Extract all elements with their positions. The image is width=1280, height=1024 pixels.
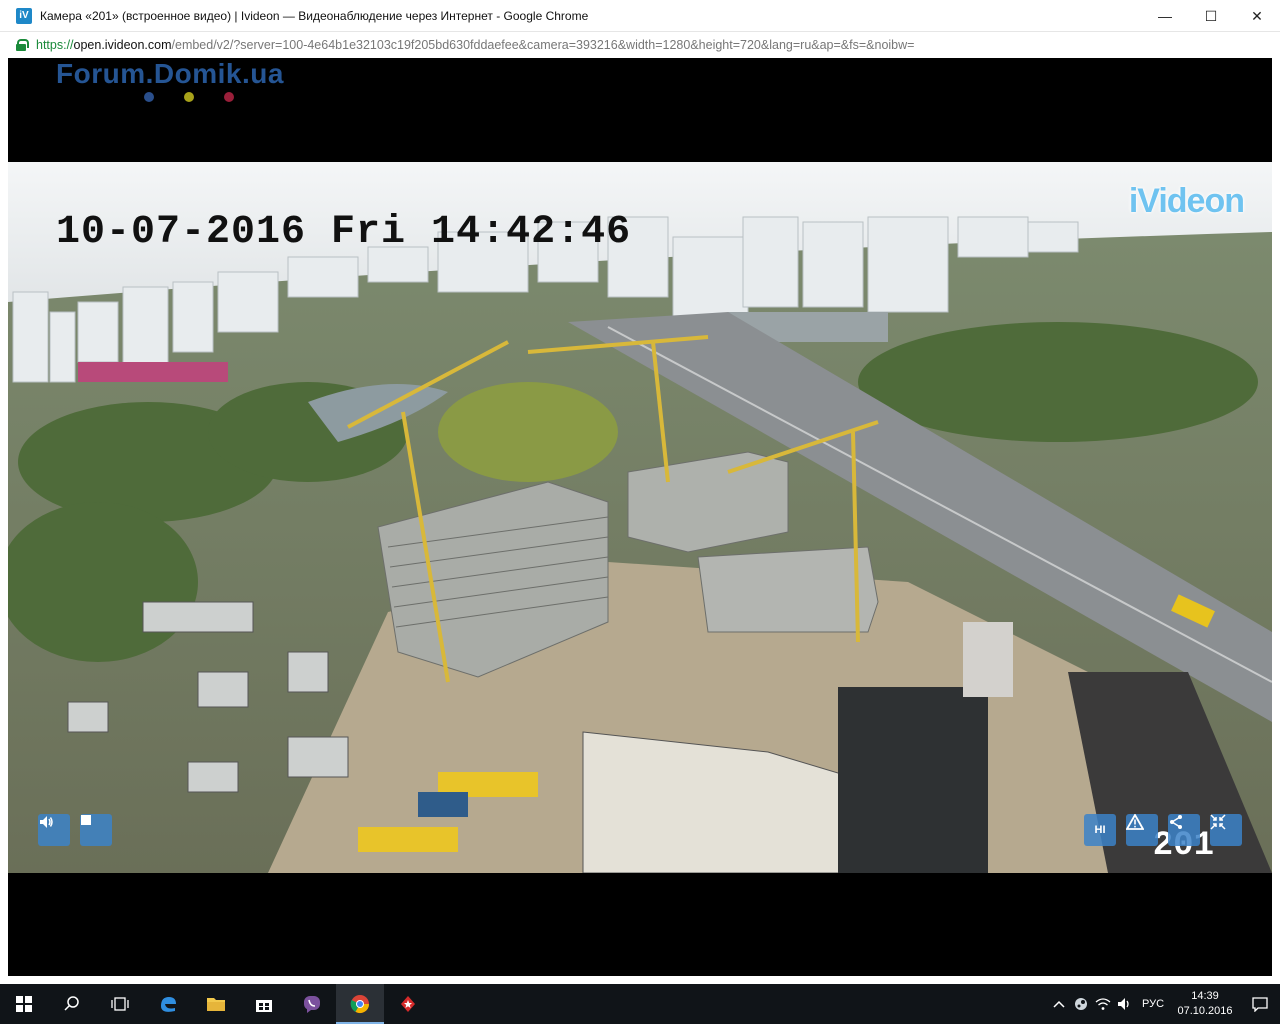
title-bar: iV Камера «201» (встроенное видео) | Ivi…: [0, 0, 1280, 32]
taskbar-clock[interactable]: 14:39 07.10.2016: [1170, 989, 1240, 1019]
video-timestamp: 10-07-2016 Fri 14:42:46: [56, 210, 632, 255]
steam-icon: [1075, 998, 1087, 1010]
volume-tray-button[interactable]: [1114, 984, 1136, 1024]
url-host: open.ivideon.com: [73, 38, 172, 52]
start-button[interactable]: [0, 984, 48, 1024]
pokerstars-icon: [401, 996, 415, 1012]
input-language: РУС: [1141, 998, 1165, 1010]
watermark-dot-blue: [144, 92, 154, 102]
edge-taskbar-button[interactable]: [144, 984, 192, 1024]
clock-time: 14:39: [1191, 990, 1219, 1002]
share-icon: [1170, 815, 1182, 829]
collapse-icon: [1210, 814, 1226, 830]
forum-watermark: Forum.Domik.ua: [56, 58, 284, 102]
camera-video-frame[interactable]: 10-07-2016 Fri 14:42:46 iVideon 201 HI: [8, 162, 1272, 873]
task-view-button[interactable]: [96, 984, 144, 1024]
volume-icon: [1118, 998, 1129, 1010]
windows-start-icon: [16, 996, 32, 1012]
address-bar[interactable]: https://open.ivideon.com/embed/v2/?serve…: [0, 32, 1280, 58]
warning-icon: [1126, 814, 1144, 830]
url-path: /embed/v2/?server=100-4e64b1e32103c19f20…: [171, 38, 915, 52]
search-icon: [64, 996, 79, 1011]
video-player[interactable]: Forum.Domik.ua 10-07-2016 Fri 14:42:46 i…: [8, 58, 1272, 976]
share-button[interactable]: [1168, 814, 1200, 846]
clock-date: 07.10.2016: [1177, 1005, 1233, 1017]
watermark-dot-olive: [184, 92, 194, 102]
file-explorer-button[interactable]: [192, 984, 240, 1024]
pokerstars-button[interactable]: [384, 984, 432, 1024]
watermark-text: Forum.Domik.ua: [56, 58, 284, 89]
quality-hi-button[interactable]: HI: [1084, 814, 1116, 846]
network-tray-button[interactable]: [1092, 984, 1114, 1024]
steam-tray-button[interactable]: [1070, 984, 1092, 1024]
market-building: [78, 362, 228, 382]
watermark-dots: [144, 92, 284, 102]
report-problem-button[interactable]: [1126, 814, 1158, 846]
file-explorer-icon: [207, 998, 225, 1011]
close-button[interactable]: ✕: [1234, 0, 1280, 32]
url-scheme: https://: [36, 38, 74, 52]
notification-icon: [1252, 997, 1268, 1012]
viber-icon: [304, 996, 320, 1013]
ivideon-app-icon: iV: [16, 7, 32, 24]
chrome-icon: [350, 995, 369, 1014]
show-hidden-icons-button[interactable]: [1048, 984, 1070, 1024]
lock-icon: [16, 39, 29, 51]
window-controls: — ☐ ✕: [1142, 0, 1280, 32]
system-tray: РУС 14:39 07.10.2016: [1048, 984, 1280, 1024]
windows-taskbar: РУС 14:39 07.10.2016: [0, 984, 1280, 1024]
store-icon: [256, 1000, 272, 1012]
speaker-icon: [40, 816, 53, 828]
wifi-icon: [1095, 998, 1111, 1010]
watermark-dot-red: [224, 92, 234, 102]
minimize-button[interactable]: —: [1142, 0, 1188, 32]
search-button[interactable]: [48, 984, 96, 1024]
camera-scene: [8, 162, 1272, 873]
building-frame-3: [697, 546, 879, 633]
ivideon-logo: iVideon: [1128, 182, 1245, 220]
url-text[interactable]: https://open.ivideon.com/embed/v2/?serve…: [36, 38, 914, 52]
task-view-icon: [111, 997, 129, 1011]
quality-label: HI: [1094, 824, 1106, 836]
maximize-button[interactable]: ☐: [1188, 0, 1234, 32]
edge-icon: [161, 997, 176, 1012]
chevron-up-icon: [1053, 1000, 1065, 1008]
stop-icon: [81, 815, 91, 825]
store-button[interactable]: [240, 984, 288, 1024]
exit-fullscreen-button[interactable]: [1210, 814, 1242, 846]
input-language-button[interactable]: РУС: [1136, 984, 1170, 1024]
stop-button[interactable]: [80, 814, 112, 846]
chrome-button[interactable]: [336, 984, 384, 1024]
window-title: Камера «201» (встроенное видео) | Ivideo…: [40, 8, 589, 23]
sound-button[interactable]: [38, 814, 70, 846]
action-center-button[interactable]: [1240, 984, 1280, 1024]
viber-button[interactable]: [288, 984, 336, 1024]
